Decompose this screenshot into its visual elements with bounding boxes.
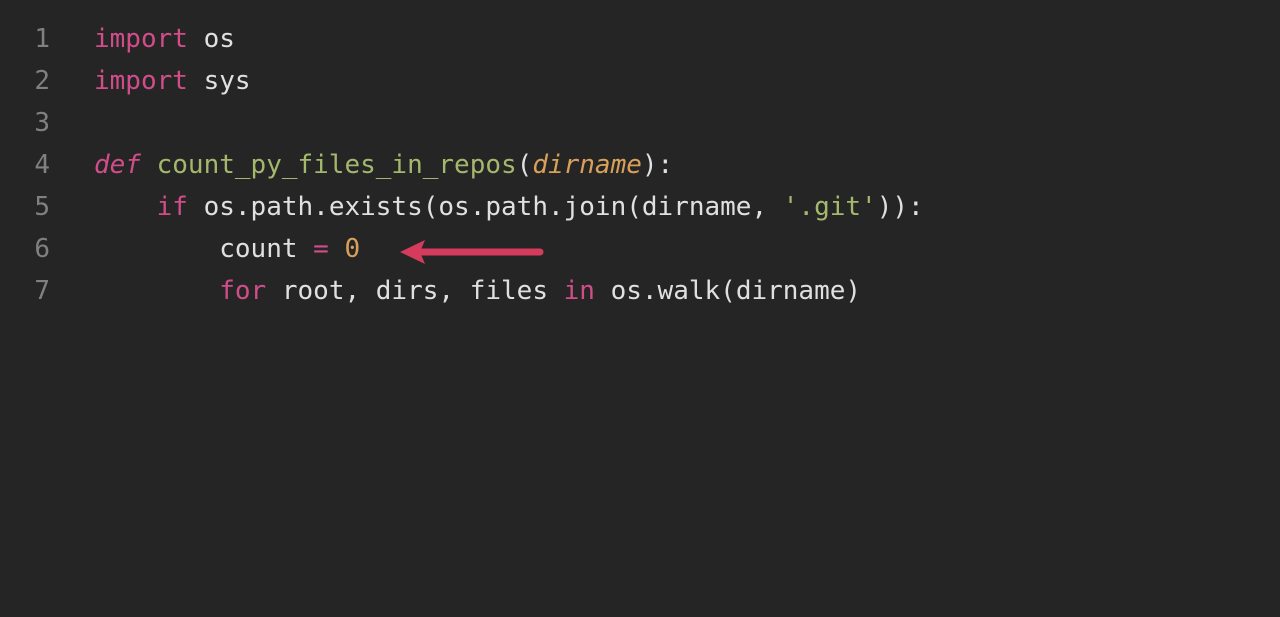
keyword-if: if <box>157 192 188 222</box>
line-number: 4 <box>0 144 50 186</box>
expression-end: )): <box>877 192 924 222</box>
space <box>298 234 314 264</box>
code-line-7: for root, dirs, files in os.walk(dirname… <box>94 270 1280 312</box>
parameter: dirname <box>532 150 642 180</box>
loop-vars: root, dirs, files <box>282 276 548 306</box>
paren-open: ( <box>517 150 533 180</box>
line-number: 7 <box>0 270 50 312</box>
module-name: sys <box>204 66 251 96</box>
code-line-4: def count_py_files_in_repos(dirname): <box>94 144 1280 186</box>
expression: os.walk(dirname) <box>611 276 861 306</box>
line-number: 1 <box>0 18 50 60</box>
space <box>188 192 204 222</box>
space <box>188 24 204 54</box>
line-number: 6 <box>0 228 50 270</box>
space <box>767 192 783 222</box>
space <box>266 276 282 306</box>
line-number: 3 <box>0 102 50 144</box>
keyword-import: import <box>94 24 188 54</box>
code-editor[interactable]: 1 2 3 4 5 6 7 import os import sys def c… <box>0 0 1280 617</box>
space <box>188 66 204 96</box>
indent <box>94 276 219 306</box>
module-name: os <box>204 24 235 54</box>
indent <box>94 234 219 264</box>
variable: count <box>219 234 297 264</box>
line-number: 2 <box>0 60 50 102</box>
space <box>595 276 611 306</box>
keyword-for: for <box>219 276 266 306</box>
space <box>548 276 564 306</box>
function-name: count_py_files_in_repos <box>157 150 517 180</box>
code-line-3 <box>94 102 1280 144</box>
number-literal: 0 <box>344 234 360 264</box>
space <box>329 234 345 264</box>
line-number: 5 <box>0 186 50 228</box>
operator-equals: = <box>313 234 329 264</box>
code-area[interactable]: import os import sys def count_py_files_… <box>70 18 1280 617</box>
code-line-5: if os.path.exists(os.path.join(dirname, … <box>94 186 1280 228</box>
code-line-2: import sys <box>94 60 1280 102</box>
keyword-def: def <box>94 150 141 180</box>
keyword-import: import <box>94 66 188 96</box>
string-literal: '.git' <box>783 192 877 222</box>
expression: os.path.exists(os.path.join(dirname, <box>204 192 768 222</box>
keyword-in: in <box>564 276 595 306</box>
code-line-1: import os <box>94 18 1280 60</box>
space <box>141 150 157 180</box>
paren-close-colon: ): <box>642 150 673 180</box>
indent <box>94 192 157 222</box>
line-gutter: 1 2 3 4 5 6 7 <box>0 18 70 617</box>
code-line-6: count = 0 <box>94 228 1280 270</box>
